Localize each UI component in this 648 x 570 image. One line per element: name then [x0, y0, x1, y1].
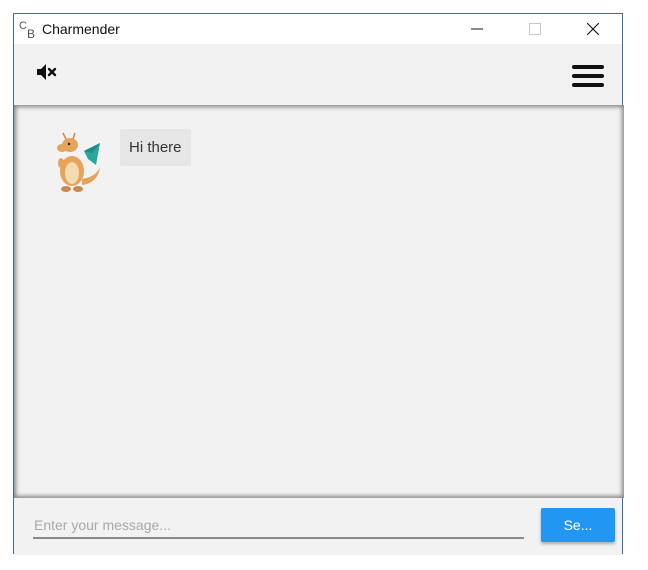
message-input[interactable] [33, 513, 524, 539]
message-bubble: Hi there [120, 129, 191, 166]
app-logo-b: B [27, 27, 36, 41]
close-button[interactable] [564, 14, 622, 44]
minimize-icon [471, 28, 483, 30]
mute-button[interactable] [34, 60, 58, 84]
message-row: Hi there [48, 129, 191, 195]
close-icon [587, 23, 599, 35]
minimize-button[interactable] [448, 14, 506, 44]
send-button[interactable]: Se... [541, 508, 615, 542]
composer-bar: Se... [14, 498, 622, 555]
menu-button[interactable] [572, 64, 604, 88]
toolbar [14, 44, 622, 105]
dragon-avatar [57, 132, 100, 192]
app-logo-c: C [19, 20, 27, 32]
title-bar[interactable]: C B Charmender [14, 14, 622, 44]
volume-muted-icon [37, 64, 57, 80]
app-logo: C B [19, 19, 39, 41]
chat-area: Hi there [14, 105, 624, 498]
maximize-icon [529, 23, 541, 35]
maximize-button[interactable] [506, 14, 564, 44]
app-window: C B Charmender Hi there Enter your messa… [13, 13, 624, 555]
window-title: Charmender [42, 21, 120, 37]
window-controls [448, 14, 622, 44]
hamburger-menu-icon [572, 65, 604, 87]
